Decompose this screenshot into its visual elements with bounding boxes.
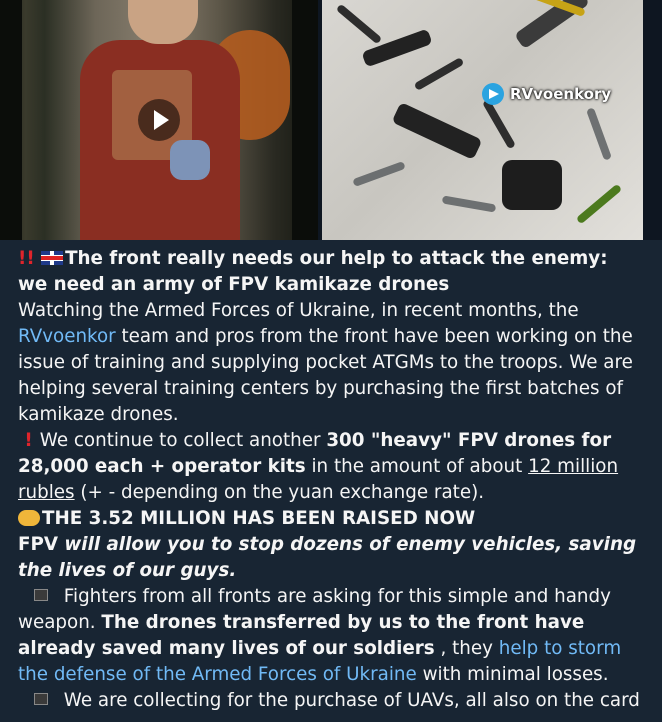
exclamation-icon: ! [18, 430, 33, 451]
card-icon [34, 589, 48, 601]
p2-text-a: We continue to collect another [34, 430, 327, 451]
p2-text-b: in the amount of about [305, 456, 529, 477]
paragraph-4: We are collecting for the purchase of UA… [18, 688, 640, 714]
uk-flag-icon [41, 251, 64, 265]
rvvoenkor-link[interactable]: RVvoenkor [18, 326, 116, 347]
post-title: !! The front really needs our help to at… [18, 246, 640, 298]
paragraph-2: ! We continue to collect another 300 "he… [18, 428, 640, 506]
paragraph-3: Fighters from all fronts are asking for … [18, 584, 640, 688]
fpv-bold-text: FPV [18, 534, 59, 555]
photo-thumbnail[interactable]: RVvoenkory [322, 0, 643, 240]
telegram-icon [482, 83, 504, 105]
p3-text-c: with minimal losses. [416, 664, 609, 685]
raised-line: THE 3.52 MILLION HAS BEEN RAISED NOW [18, 506, 640, 532]
double-exclamation-icon: !! [18, 248, 35, 269]
drone-shape [502, 160, 562, 210]
post-text: !! The front really needs our help to at… [18, 246, 640, 714]
watermark-text: RVvoenkory [510, 85, 612, 103]
video-thumbnail[interactable] [0, 0, 318, 240]
video-letterbox-right [292, 0, 318, 240]
p1-text-a: Watching the Armed Forces of Ukraine, in… [18, 300, 579, 321]
video-letterbox-left [0, 0, 22, 240]
post-title-text: The front really needs our help to attac… [18, 248, 608, 295]
glove-shape [170, 140, 210, 180]
p4-text: We are collecting for the purchase of UA… [58, 690, 640, 711]
fpv-italic-text: will allow you to stop dozens of enemy v… [18, 534, 637, 581]
card-icon [34, 693, 48, 705]
channel-post: RVvoenkory !! The front really needs our… [0, 0, 662, 722]
raised-text: THE 3.52 MILLION HAS BEEN RAISED NOW [42, 508, 476, 529]
channel-watermark: RVvoenkory [482, 82, 611, 106]
fpv-line: FPV will allow you to stop dozens of ene… [18, 532, 640, 584]
p3-text-b: , they [434, 638, 499, 659]
handshake-icon [18, 510, 40, 526]
media-album: RVvoenkory [0, 0, 662, 240]
paragraph-1: Watching the Armed Forces of Ukraine, in… [18, 298, 640, 428]
p2-text-c: (+ - depending on the yuan exchange rate… [74, 482, 485, 503]
play-icon[interactable] [138, 99, 180, 141]
